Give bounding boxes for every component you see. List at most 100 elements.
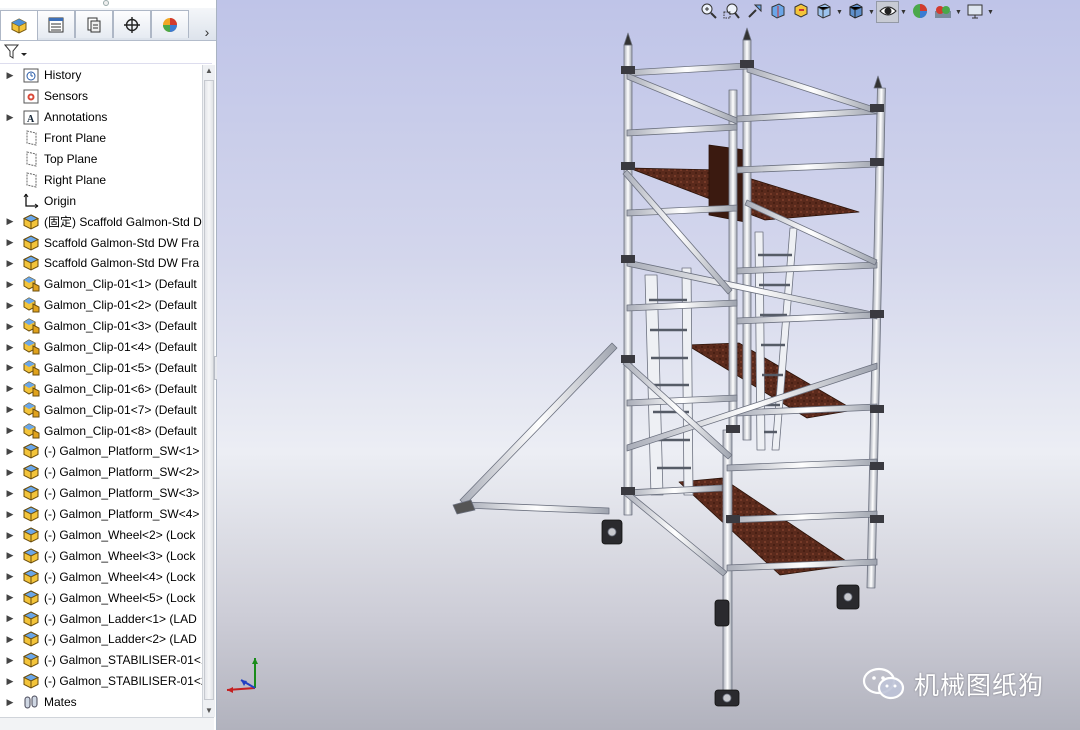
expand-arrow-icon[interactable]: ▶ [4, 321, 16, 332]
expand-arrow-icon[interactable]: ▶ [4, 655, 16, 666]
part-icon [22, 485, 40, 501]
pane-tab-bar: › [0, 8, 216, 41]
property-manager-tab[interactable] [37, 10, 75, 38]
tree-item-label: (固定) Scaffold Galmon-Std D [44, 215, 202, 230]
subassembly-icon [22, 423, 40, 439]
expand-arrow-icon[interactable]: ▶ [4, 592, 16, 603]
expand-arrow-icon[interactable]: ▶ [4, 383, 16, 394]
expand-arrow-icon[interactable]: ▶ [4, 676, 16, 687]
expand-arrow-icon[interactable]: ▶ [4, 300, 16, 311]
tree-item[interactable]: ▶ (-) Galmon_Wheel<2> (Lock [0, 525, 202, 546]
tree-item-label: (-) Galmon_Wheel<5> (Lock [44, 590, 196, 605]
tree-item[interactable]: Top Plane [0, 149, 202, 170]
scroll-thumb[interactable] [204, 80, 214, 700]
tree-item[interactable]: Front Plane [0, 128, 202, 149]
tree-filter-bar[interactable] [0, 41, 212, 64]
expand-arrow-icon[interactable]: ▶ [4, 509, 16, 520]
part-icon [22, 548, 40, 564]
tree-item[interactable]: ▶ (-) Galmon_Ladder<1> (LAD [0, 608, 202, 629]
scroll-down-icon[interactable]: ▼ [203, 705, 215, 717]
pane-grip[interactable] [103, 0, 109, 6]
tree-item[interactable]: ▶ (-) Galmon_Platform_SW<2> [0, 462, 202, 483]
tree-item-label: Top Plane [44, 152, 98, 166]
tree-item[interactable]: ▶ Galmon_Clip-01<8> (Default [0, 420, 202, 441]
tree-item[interactable]: ▶ Galmon_Clip-01<5> (Default [0, 357, 202, 378]
tree-vertical-scrollbar[interactable]: ▲ ▼ [202, 65, 215, 717]
tree-item[interactable]: ▶ Galmon_Clip-01<1> (Default [0, 274, 202, 295]
tree-item-label: Galmon_Clip-01<4> (Default [44, 340, 197, 355]
expand-arrow-icon[interactable]: ▶ [4, 425, 16, 436]
tree-item[interactable]: ▶ (-) Galmon_STABILISER-01<2 [0, 671, 202, 692]
origin-icon [22, 193, 40, 209]
tree-item[interactable]: ▶ Scaffold Galmon-Std DW Fra [0, 232, 202, 253]
part-icon [22, 255, 40, 272]
tree-item[interactable]: Sensors [0, 86, 202, 107]
tree-item[interactable]: ▶ A Annotations [0, 107, 202, 128]
part-icon [22, 527, 40, 543]
expand-arrow-icon[interactable]: ▶ [4, 70, 16, 81]
tree-item[interactable]: ▶ Scaffold Galmon-Std DW Fra [0, 253, 202, 274]
tree-item[interactable]: ▶ (-) Galmon_Platform_SW<4> [0, 504, 202, 525]
dimxpert-tab[interactable] [113, 10, 151, 38]
tree-item-label: Sensors [44, 89, 89, 104]
expand-arrow-icon[interactable]: ▶ [4, 488, 16, 499]
filter-icon[interactable] [4, 44, 28, 60]
tree-item[interactable]: ▶ Galmon_Clip-01<3> (Default [0, 316, 202, 337]
tree-item-label: (-) Galmon_Platform_SW<4> [44, 507, 200, 522]
tree-item[interactable]: ▶ Galmon_Clip-01<7> (Default [0, 399, 202, 420]
expand-arrow-icon[interactable]: ▶ [4, 571, 16, 582]
tree-item[interactable]: Origin [0, 190, 202, 211]
tree-item-label: Front Plane [44, 131, 107, 146]
expand-arrow-icon[interactable]: ▶ [4, 216, 16, 227]
scaffold-tower-model[interactable] [217, 0, 1080, 730]
tree-item[interactable]: ▶ (-) Galmon_Ladder<2> (LAD [0, 629, 202, 650]
expand-arrow-icon[interactable]: ▶ [4, 634, 16, 645]
tree-item-label: (-) Galmon_Wheel<2> (Lock [44, 528, 196, 543]
subassembly-icon [22, 402, 40, 418]
tree-item[interactable]: ▶ Mates [0, 692, 202, 713]
expand-arrow-icon[interactable]: ▶ [4, 550, 16, 561]
expand-arrow-icon[interactable]: ▶ [4, 279, 16, 290]
tree-item-label: (-) Galmon_Platform_SW<1> [44, 444, 200, 459]
tree-item[interactable]: ▶ (固定) Scaffold Galmon-Std D [0, 211, 202, 232]
tree-item[interactable]: ▶ Galmon_Clip-01<2> (Default [0, 295, 202, 316]
subassembly-icon [22, 318, 40, 334]
expand-arrow-icon[interactable]: ▶ [4, 530, 16, 541]
tree-item[interactable]: ▶ (-) Galmon_Platform_SW<3> [0, 483, 202, 504]
sensor-icon [22, 88, 40, 104]
tree-item[interactable]: ▶ History [0, 65, 202, 86]
graphics-area[interactable]: ▼ ▼ ▼ ▼ ▼ 机械图纸狗 [217, 0, 1080, 730]
tree-item[interactable]: ▶ Galmon_Clip-01<6> (Default [0, 378, 202, 399]
expand-arrow-icon[interactable]: ▶ [4, 112, 16, 123]
expand-arrow-icon[interactable]: ▶ [4, 237, 16, 248]
tree-item-label: Galmon_Clip-01<5> (Default [44, 360, 197, 375]
subassembly-icon [22, 381, 40, 397]
expand-arrow-icon[interactable]: ▶ [4, 446, 16, 457]
expand-arrow-icon[interactable]: ▶ [4, 362, 16, 373]
annotations-icon: A [22, 109, 40, 125]
part-icon [22, 673, 40, 689]
part-icon [22, 652, 40, 668]
tree-horizontal-scrollbar[interactable] [0, 717, 214, 730]
tree-item-label: (-) Galmon_Wheel<3> (Lock [44, 548, 196, 563]
tree-item[interactable]: ▶ (-) Galmon_Wheel<3> (Lock [0, 545, 202, 566]
expand-arrow-icon[interactable]: ▶ [4, 467, 16, 478]
expand-arrow-icon[interactable]: ▶ [4, 342, 16, 353]
display-manager-tab[interactable] [151, 10, 189, 38]
expand-arrow-icon[interactable]: ▶ [4, 613, 16, 624]
tree-item[interactable]: ▶ (-) Galmon_Wheel<5> (Lock [0, 587, 202, 608]
tree-item-label: Galmon_Clip-01<6> (Default [44, 381, 197, 396]
configuration-manager-tab[interactable] [75, 10, 113, 38]
tree-item[interactable]: ▶ (-) Galmon_Platform_SW<1> [0, 441, 202, 462]
tree-item[interactable]: ▶ (-) Galmon_STABILISER-01<1 [0, 650, 202, 671]
tree-item[interactable]: Right Plane [0, 169, 202, 190]
tree-item[interactable]: ▶ (-) Galmon_Wheel<4> (Lock [0, 566, 202, 587]
expand-arrow-icon[interactable]: ▶ [4, 697, 16, 708]
expand-arrow-icon[interactable]: ▶ [4, 404, 16, 415]
expand-arrow-icon[interactable]: ▶ [4, 258, 16, 269]
scroll-up-icon[interactable]: ▲ [203, 65, 215, 77]
tree-item-label: Scaffold Galmon-Std DW Fra [44, 235, 200, 250]
feature-manager-tab[interactable] [0, 10, 38, 40]
tree-item[interactable]: ▶ Galmon_Clip-01<4> (Default [0, 337, 202, 358]
tree-item-label: (-) Galmon_Platform_SW<2> [44, 465, 200, 480]
